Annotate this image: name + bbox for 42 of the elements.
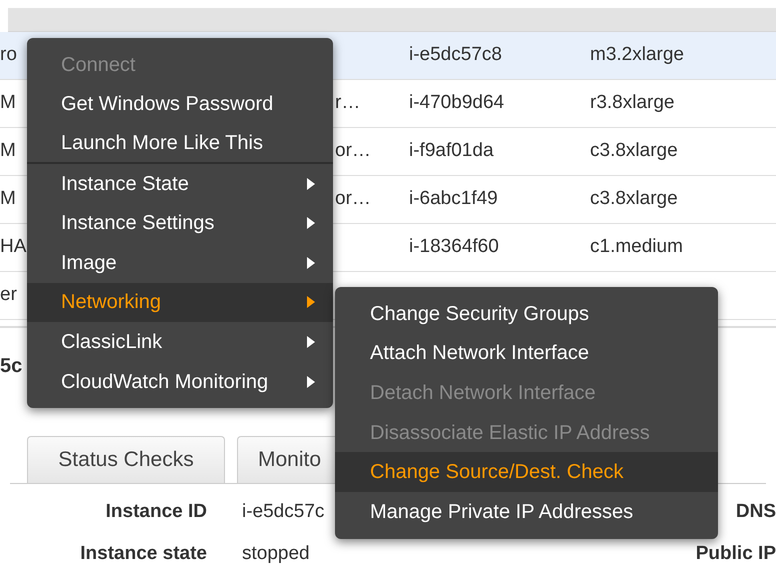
table-cell: r3.8xlarge <box>590 92 674 114</box>
submenu-arrow-icon <box>307 296 315 308</box>
submenu-arrow-icon <box>307 376 315 388</box>
table-cell: i-18364f60 <box>409 236 499 258</box>
table-cell: M <box>0 140 16 162</box>
table-cell: i-f9af01da <box>409 140 494 162</box>
table-cell: ro <box>0 44 17 66</box>
menu-item[interactable]: Get Windows Password <box>27 84 333 124</box>
field-label: Instance ID <box>106 500 207 522</box>
table-cell: c3.8xlarge <box>590 188 678 210</box>
field-label: Instance state <box>80 542 207 564</box>
submenu-arrow-icon <box>307 217 315 230</box>
table-cell: M <box>0 92 16 114</box>
tab[interactable]: Status Checks <box>27 436 225 483</box>
menu-item[interactable]: Manage Private IP Addresses <box>335 492 718 532</box>
table-cell: er <box>0 284 17 306</box>
table-cell: or… <box>335 140 371 162</box>
table-cell: i-6abc1f49 <box>409 188 498 210</box>
table-cell: HA <box>0 236 26 258</box>
table-cell: M <box>0 188 16 210</box>
field-label: Public IP <box>696 542 776 564</box>
submenu-arrow-icon <box>307 336 315 348</box>
table-cell: i-470b9d64 <box>409 92 504 114</box>
table-cell: m3.2xlarge <box>590 44 684 66</box>
field-value: i-e5dc57c <box>242 500 324 522</box>
menu-item[interactable]: Launch More Like This <box>27 124 333 164</box>
table-cell: r… <box>335 92 360 114</box>
table-cell: i-e5dc57c8 <box>409 44 502 66</box>
table-cell: c1.medium <box>590 236 683 258</box>
table-cell: or… <box>335 188 371 210</box>
menu-item[interactable]: Change Security Groups <box>335 294 718 334</box>
table-cell: c3.8xlarge <box>590 140 678 162</box>
field-label: DNS <box>736 500 776 522</box>
submenu-arrow-icon <box>307 178 315 190</box>
menu-item[interactable]: Attach Network Interface <box>335 334 718 374</box>
field-value: stopped <box>242 542 310 564</box>
menu-item[interactable]: Networking <box>27 282 333 322</box>
section-heading: 5c <box>0 354 22 379</box>
menu-item[interactable]: CloudWatch Monitoring <box>27 362 333 402</box>
menu-item[interactable]: Change Source/Dest. Check <box>335 452 718 492</box>
submenu-arrow-icon <box>307 256 315 269</box>
menu-item[interactable]: ClassicLink <box>27 322 333 362</box>
